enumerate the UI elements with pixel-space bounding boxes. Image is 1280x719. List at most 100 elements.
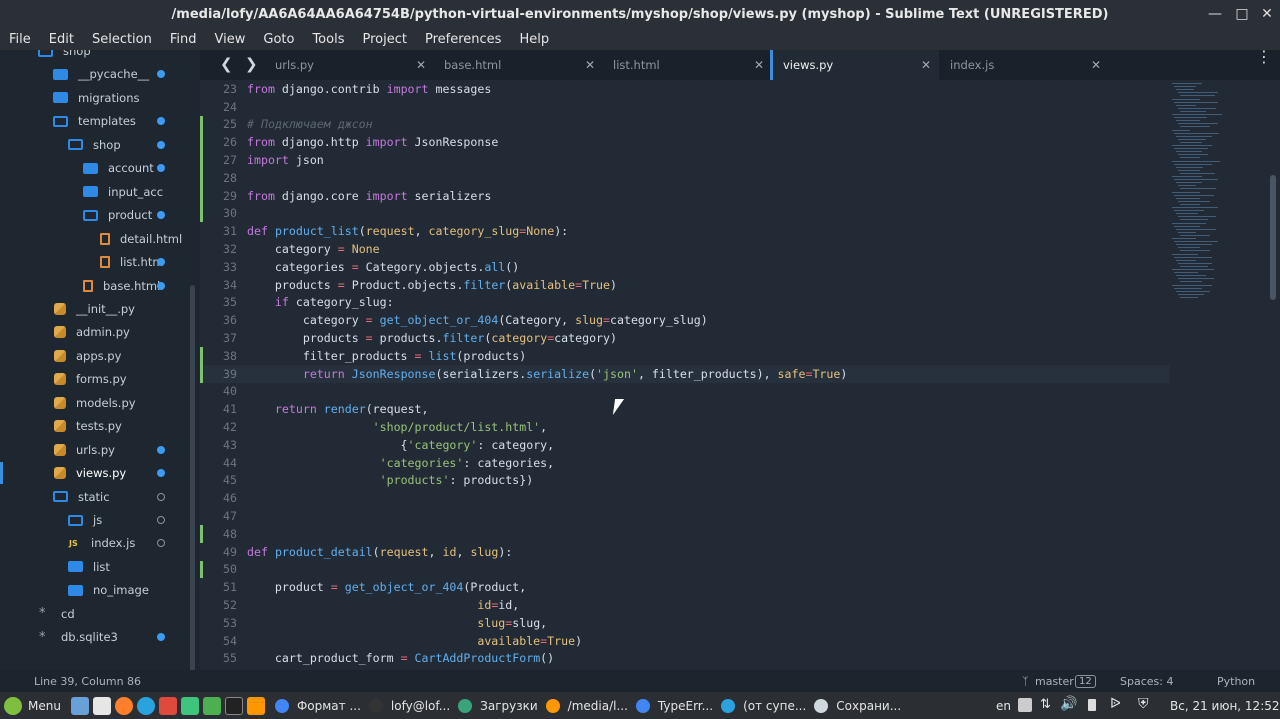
volume-icon[interactable]: 🔊 xyxy=(1060,696,1077,712)
code-line[interactable]: 36 category = get_object_or_404(Category… xyxy=(200,311,1170,329)
menu-tools[interactable]: Tools xyxy=(303,32,353,47)
code-editor[interactable]: 23 from django.contrib import messages 24 2… xyxy=(200,80,1270,670)
sidebar-item-base-html[interactable]: base.html xyxy=(0,275,200,297)
start-menu-button[interactable]: Menu xyxy=(4,696,61,715)
tab-views-py[interactable]: views.py ✕ xyxy=(770,50,939,80)
sidebar-scrollbar[interactable] xyxy=(190,285,195,670)
sidebar-item-pycache[interactable]: __pycache__ xyxy=(0,63,200,85)
telegram-icon[interactable] xyxy=(136,696,155,715)
menu-edit[interactable]: Edit xyxy=(40,32,83,47)
taskbar-task-5[interactable]: TypeErr... xyxy=(635,698,713,713)
taskbar-task-2[interactable]: lofy@lof... xyxy=(368,698,450,713)
close-button[interactable]: ✕ xyxy=(1252,0,1280,28)
sidebar-item-detail-html[interactable]: detail.html xyxy=(0,228,200,250)
code-line[interactable]: 27 import json xyxy=(200,151,1170,169)
tab-next-icon[interactable]: ❯ xyxy=(245,55,258,73)
tab-urls-py[interactable]: urls.py ✕ xyxy=(265,50,434,80)
code-line[interactable]: 45 'products': products}) xyxy=(200,472,1170,490)
code-line[interactable]: 32 category = None xyxy=(200,240,1170,258)
code-line[interactable]: 46 xyxy=(200,489,1170,507)
code-line[interactable]: 34 products = Product.objects.filter(ava… xyxy=(200,276,1170,294)
sidebar-item-cd[interactable]: * cd xyxy=(0,603,200,625)
terminal-icon[interactable] xyxy=(224,696,243,715)
close-tab-icon[interactable]: ✕ xyxy=(1091,58,1101,72)
sidebar-item-tests-py[interactable]: tests.py xyxy=(0,415,200,437)
sidebar-item-no-image[interactable]: no_image xyxy=(0,579,200,601)
code-line[interactable]: 48 xyxy=(200,525,1170,543)
keyboard-layout[interactable]: en xyxy=(996,699,1011,713)
menu-find[interactable]: Find xyxy=(161,32,206,47)
network-icon[interactable]: ⇅ xyxy=(1040,697,1051,712)
sidebar-item-urls-py[interactable]: urls.py xyxy=(0,439,200,461)
code-line[interactable]: 38 filter_products = list(products) xyxy=(200,347,1170,365)
tab-prev-icon[interactable]: ❮ xyxy=(220,55,233,73)
battery-icon[interactable] xyxy=(1088,699,1096,711)
tab-list-html[interactable]: list.html ✕ xyxy=(603,50,772,80)
firefox-icon[interactable] xyxy=(114,696,133,715)
sidebar-item-input-acc[interactable]: input_acc xyxy=(0,181,200,203)
sidebar-item-models-py[interactable]: models.py xyxy=(0,392,200,414)
sidebar-item-product[interactable]: product xyxy=(0,204,200,226)
code-line[interactable]: 41 return render(request, xyxy=(200,400,1170,418)
files-icon[interactable] xyxy=(202,696,221,715)
menu-goto[interactable]: Goto xyxy=(254,32,303,47)
code-line[interactable]: 44 'categories': categories, xyxy=(200,454,1170,472)
shield-icon[interactable]: ⛨ xyxy=(1138,696,1149,712)
sidebar-item-shop[interactable]: shop xyxy=(0,134,200,156)
close-tab-icon[interactable]: ✕ xyxy=(416,58,426,72)
sidebar-item-migrations[interactable]: migrations xyxy=(0,87,200,109)
close-tab-icon[interactable]: ✕ xyxy=(754,58,764,72)
indentation-setting[interactable]: Spaces: 4 xyxy=(1120,675,1173,688)
minimap[interactable] xyxy=(1170,80,1250,310)
sidebar-item-js[interactable]: js xyxy=(0,509,200,531)
sidebar-item-account[interactable]: account xyxy=(0,157,200,179)
code-line[interactable]: 31 def product_list(request, category_slu… xyxy=(200,222,1170,240)
code-line[interactable]: 55 cart_product_form = CartAddProductFor… xyxy=(200,650,1170,668)
sidebar-item-apps-py[interactable]: apps.py xyxy=(0,345,200,367)
menu-preferences[interactable]: Preferences xyxy=(416,32,510,47)
code-line[interactable]: 35 if category_slug: xyxy=(200,294,1170,312)
code-line[interactable]: 54 available=True) xyxy=(200,632,1170,650)
close-tab-icon[interactable]: ✕ xyxy=(921,58,931,72)
code-line[interactable]: 53 slug=slug, xyxy=(200,614,1170,632)
editor-scrollbar[interactable] xyxy=(1270,175,1276,300)
code-line[interactable]: 42 'shop/product/list.html', xyxy=(200,418,1170,436)
more-options-icon[interactable]: ⋮ xyxy=(1256,49,1272,65)
sidebar-item-admin-py[interactable]: admin.py xyxy=(0,321,200,343)
menu-file[interactable]: File xyxy=(0,32,40,47)
menu-view[interactable]: View xyxy=(206,32,255,47)
taskbar-task-4[interactable]: /media/l... xyxy=(545,698,628,713)
clock[interactable]: Вс, 21 июн, 12:52 xyxy=(1170,699,1280,713)
sidebar-item-templates[interactable]: templates xyxy=(0,110,200,132)
code-line[interactable]: 43 {'category': category, xyxy=(200,436,1170,454)
tray-update-icon[interactable] xyxy=(1018,698,1032,712)
code-line[interactable]: 39 return JsonResponse(serializers.seria… xyxy=(200,364,1170,383)
code-line[interactable]: 37 products = products.filter(category=c… xyxy=(200,329,1170,347)
sidebar-item-init-py[interactable]: __init__.py xyxy=(0,298,200,320)
sidebar-item-db-sqlite3[interactable]: * db.sqlite3 xyxy=(0,626,200,648)
tab-base-html[interactable]: base.html ✕ xyxy=(434,50,603,80)
code-line[interactable]: 26 from django.http import JsonResponse xyxy=(200,133,1170,152)
git-branch[interactable]: master xyxy=(1035,675,1074,688)
app-icon[interactable] xyxy=(158,696,177,715)
monitor-icon[interactable] xyxy=(180,696,199,715)
browser-icon[interactable] xyxy=(70,696,89,715)
taskbar-task-6[interactable]: (от супе... xyxy=(721,698,806,713)
sidebar-item-forms-py[interactable]: forms.py xyxy=(0,368,200,390)
sidebar-item-list-htm[interactable]: list.htm xyxy=(0,251,200,273)
code-line[interactable]: 51 product = get_object_or_404(Product, xyxy=(200,578,1170,596)
sidebar-item-shop[interactable]: shop xyxy=(0,50,200,62)
sidebar-item-static[interactable]: static xyxy=(0,486,200,508)
code-line[interactable]: 30 xyxy=(200,204,1170,223)
code-line[interactable]: 25 # Подключаем джсон xyxy=(200,115,1170,134)
code-line[interactable]: 52 id=id, xyxy=(200,596,1170,614)
code-line[interactable]: 47 xyxy=(200,507,1170,525)
menu-help[interactable]: Help xyxy=(510,32,558,47)
sidebar-item-list[interactable]: list xyxy=(0,556,200,578)
syntax-setting[interactable]: Python xyxy=(1217,675,1255,688)
taskbar-task-1[interactable]: Формат ... xyxy=(274,698,361,713)
code-line[interactable]: 24 xyxy=(200,98,1170,116)
code-line[interactable]: 50 xyxy=(200,560,1170,579)
code-line[interactable]: 49 def product_detail(request, id, slug): xyxy=(200,543,1170,561)
sidebar-item-index-js[interactable]: JS index.js xyxy=(0,532,200,554)
